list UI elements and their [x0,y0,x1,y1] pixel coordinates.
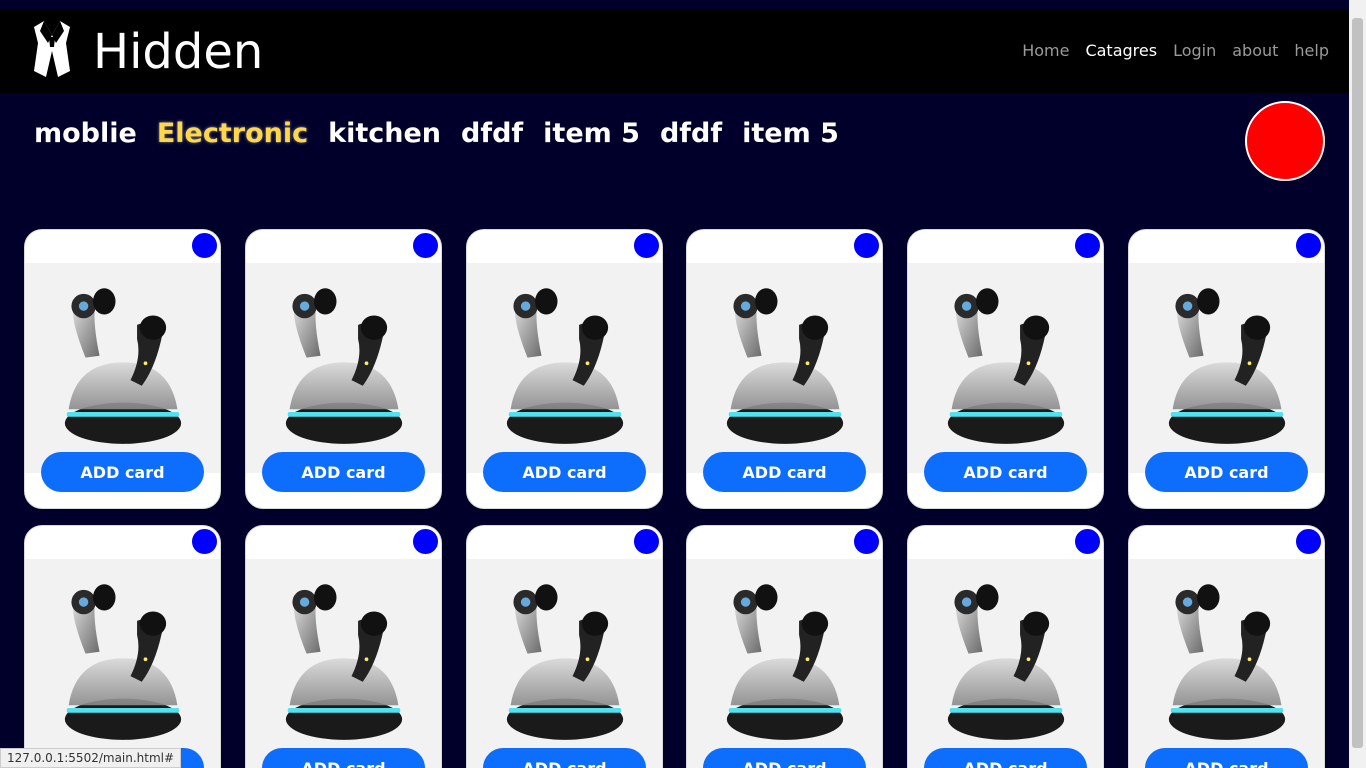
category-dfdf[interactable]: dfdf [461,113,523,155]
scrollbar-thumb[interactable] [1352,18,1363,748]
product-card[interactable]: ADD card [686,525,883,768]
card-badge-dot[interactable] [1074,528,1101,555]
card-badge-dot[interactable] [191,528,218,555]
card-badge-dot[interactable] [633,232,660,259]
category-item-5[interactable]: item 5 [543,113,640,155]
category-electronic[interactable]: Electronic [157,113,308,155]
card-badge-dot[interactable] [853,232,880,259]
add-card-button[interactable]: ADD card [924,452,1087,492]
card-badge-dot[interactable] [412,528,439,555]
site-header: Hidden Home Catagres Login about help [0,10,1349,93]
profile-avatar[interactable] [1245,101,1325,181]
card-badge-dot[interactable] [1074,232,1101,259]
nav-login[interactable]: Login [1173,38,1216,64]
card-badge-dot[interactable] [633,528,660,555]
earbuds-image-icon [64,584,182,740]
earbuds-image-icon [506,584,624,740]
earbuds-image-icon [947,584,1065,740]
earbuds-image-icon [285,584,403,740]
add-card-button[interactable]: ADD card [262,452,425,492]
nav-catagres[interactable]: Catagres [1085,38,1157,64]
add-card-button[interactable]: ADD card [703,748,866,768]
add-card-button[interactable]: ADD card [1145,748,1308,768]
add-card-button[interactable]: ADD card [703,452,866,492]
category-moblie[interactable]: moblie [34,113,137,155]
nav-about[interactable]: about [1232,38,1278,64]
product-card[interactable]: ADD card [466,525,663,768]
top-strip [0,0,1349,10]
product-card[interactable]: ADD card [907,229,1104,509]
add-card-button[interactable]: ADD card [41,452,204,492]
category-bar: moblie Electronic kitchen dfdf item 5 df… [34,113,859,155]
card-badge-dot[interactable] [191,232,218,259]
add-card-button[interactable]: ADD card [262,748,425,768]
card-badge-dot[interactable] [1295,232,1322,259]
product-card[interactable]: ADD card [245,525,442,768]
earbuds-image-icon [726,288,844,444]
add-card-button[interactable]: ADD card [483,452,646,492]
tuxedo-logo-icon[interactable] [32,21,72,77]
earbuds-image-icon [726,584,844,740]
product-card[interactable]: ADD card [466,229,663,509]
status-bar-url: 127.0.0.1:5502/main.html# [0,748,182,768]
earbuds-image-icon [1168,584,1286,740]
product-card[interactable]: ADD card [24,229,221,509]
nav-home[interactable]: Home [1022,38,1069,64]
product-card[interactable]: ADD card [245,229,442,509]
nav-help[interactable]: help [1294,38,1329,64]
earbuds-image-icon [1168,288,1286,444]
category-dfdf-2[interactable]: dfdf [660,113,722,155]
earbuds-image-icon [64,288,182,444]
product-card[interactable]: ADD card [686,229,883,509]
card-badge-dot[interactable] [853,528,880,555]
earbuds-image-icon [285,288,403,444]
add-card-button[interactable]: ADD card [924,748,1087,768]
card-badge-dot[interactable] [1295,528,1322,555]
brand-title: Hidden [93,24,264,80]
card-badge-dot[interactable] [412,232,439,259]
category-item-5-2[interactable]: item 5 [742,113,839,155]
earbuds-image-icon [947,288,1065,444]
page-scrollbar[interactable] [1349,0,1366,768]
main-nav: Home Catagres Login about help [1006,38,1329,64]
earbuds-image-icon [506,288,624,444]
category-kitchen[interactable]: kitchen [328,113,441,155]
add-card-button[interactable]: ADD card [1145,452,1308,492]
product-card[interactable]: ADD card [907,525,1104,768]
product-card[interactable]: ADD card [1128,229,1325,509]
product-card[interactable]: ADD card [24,525,221,768]
add-card-button[interactable]: ADD card [483,748,646,768]
product-card[interactable]: ADD card [1128,525,1325,768]
